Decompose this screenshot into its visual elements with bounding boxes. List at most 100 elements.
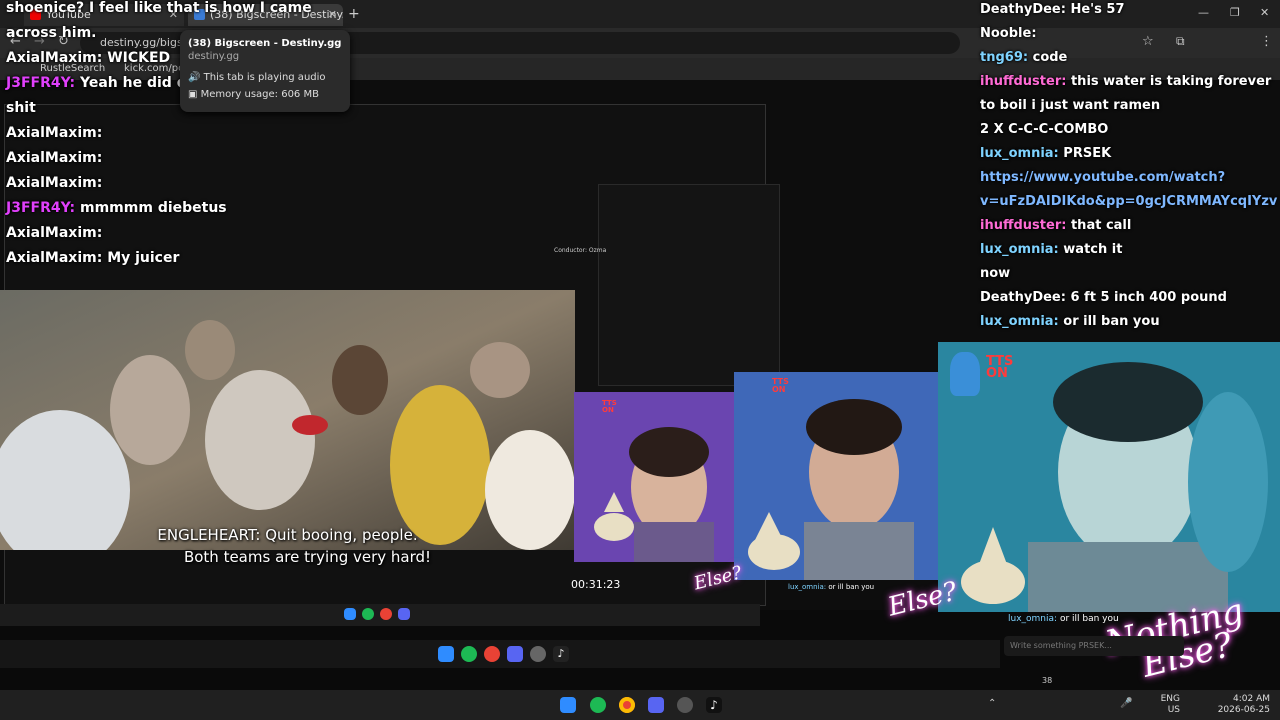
chat-message: Nooble:	[980, 26, 1037, 41]
tab-audio-info: 🔊 This tab is playing audio	[188, 72, 326, 83]
nested-frame-2	[598, 184, 780, 386]
chat-message: shit	[6, 100, 36, 116]
chat-username[interactable]: lux_omnia:	[980, 146, 1059, 161]
chat-text: 2 X C-C-C-COMBO	[980, 122, 1109, 137]
chat-text: PRSEK	[1063, 146, 1112, 161]
windows-start-icon[interactable]	[560, 697, 576, 713]
webcam-medium	[734, 372, 938, 580]
chat-username[interactable]: J3FFR4Y:	[6, 200, 75, 216]
clock[interactable]: 4:02 AM 2026-06-25	[1206, 694, 1270, 716]
nested-taskbar-medium: ♪	[0, 640, 1000, 668]
chat-text: shoenice? I feel like that is how I came	[6, 0, 312, 16]
tts-badge-medium: TTS ON	[772, 377, 789, 394]
chrome-icon[interactable]	[619, 697, 635, 713]
chat-message: lux_omnia: watch it	[980, 242, 1122, 257]
chat-text: across him.	[6, 25, 97, 41]
chat-text: code	[1032, 50, 1068, 65]
chat-message: shoenice? I feel like that is how I came	[6, 0, 312, 16]
chat-username[interactable]: AxialMaxim:	[6, 125, 102, 141]
chat-username[interactable]: Nooble:	[980, 26, 1037, 41]
extensions-icon[interactable]: ⧉	[1176, 34, 1185, 49]
chat-text: or ill ban you	[1063, 314, 1160, 329]
chat-message: AxialMaxim:	[6, 225, 102, 241]
tab-memory-info: ▣ Memory usage: 606 MB	[188, 89, 319, 100]
settings-icon[interactable]	[677, 697, 693, 713]
chat-message: across him.	[6, 25, 96, 41]
start-icon-medium	[438, 646, 454, 662]
chat-text: https://www.youtube.com/watch?	[980, 170, 1226, 185]
tiktok-icon-medium: ♪	[553, 646, 569, 662]
chat-text: watch it	[1063, 242, 1123, 257]
star-icon[interactable]: ☆	[1142, 34, 1154, 49]
chat-message: AxialMaxim:	[6, 175, 102, 191]
chat-message: v=uFzDAIDIKdo&pp=0gcJCRMMAYcqIYzv	[980, 194, 1277, 209]
chat-text: v=uFzDAIDIKdo&pp=0gcJCRMMAYcqIYzv	[980, 194, 1278, 209]
chat-username[interactable]: DeathyDee:	[980, 2, 1066, 17]
maximize-icon[interactable]: ❐	[1230, 6, 1240, 19]
windows-taskbar: ♪ ⌃ 🎤 ENG US 4:02 AM 2026-06-25	[0, 690, 1280, 720]
caption-line-1: ENGLEHEART: Quit booing, people.	[157, 526, 418, 544]
nested-taskbar	[0, 604, 760, 626]
chat-username[interactable]: J3FFR4Y:	[6, 75, 75, 91]
chrome-icon-nested	[380, 608, 392, 620]
close-tab-icon[interactable]: ✕	[328, 4, 337, 26]
discord-icon[interactable]	[648, 697, 664, 713]
minimize-icon[interactable]: —	[1198, 6, 1209, 19]
chat-text: shit	[6, 100, 36, 116]
mini-chat-line: lux_omnia: or ill ban you	[1008, 614, 1119, 624]
spotify-icon-medium	[461, 646, 477, 662]
chat-message: ihuffduster: that call	[980, 218, 1131, 233]
tts-badge-small: TTS ON	[602, 399, 617, 414]
chat-message: J3FFR4Y: mmmmm diebetus	[6, 200, 227, 216]
chat-message: tng69: code	[980, 50, 1067, 65]
chat-username[interactable]: ihuffduster:	[980, 218, 1066, 233]
video-timestamp: 00:31:23	[571, 578, 621, 591]
menu-icon[interactable]: ⋮	[1260, 34, 1273, 49]
spotify-icon-nested	[362, 608, 374, 620]
viewer-count: 38	[1042, 676, 1053, 685]
chat-username[interactable]: AxialMaxim:	[6, 150, 102, 166]
chat-username[interactable]: lux_omnia:	[980, 314, 1059, 329]
tray-chevron-icon[interactable]: ⌃	[988, 698, 996, 709]
close-window-icon[interactable]: ✕	[1260, 6, 1269, 19]
chat-input[interactable]: Write something PRSEK...	[1004, 636, 1184, 656]
chat-message: AxialMaxim: WICKED	[6, 50, 170, 66]
chat-text: My juicer	[107, 250, 180, 266]
chat-message: ihuffduster: this water is taking foreve…	[980, 74, 1271, 89]
chat-username[interactable]: AxialMaxim:	[6, 50, 102, 66]
tiktok-icon[interactable]: ♪	[706, 697, 722, 713]
chat-message: DeathyDee: 6 ft 5 inch 400 pound	[980, 290, 1227, 305]
new-tab-button[interactable]: +	[348, 6, 360, 22]
chat-message: https://www.youtube.com/watch?	[980, 170, 1225, 185]
chat-username[interactable]: AxialMaxim:	[6, 225, 102, 241]
chat-message: AxialMaxim:	[6, 150, 102, 166]
chat-username[interactable]: AxialMaxim:	[6, 175, 102, 191]
discord-icon-medium	[507, 646, 523, 662]
tab-hover-card: (38) Bigscreen - Destiny.gg destiny.gg 🔊…	[180, 30, 350, 112]
chat-username[interactable]: DeathyDee:	[980, 290, 1066, 305]
chat-message: now	[980, 266, 1010, 281]
spotify-icon[interactable]	[590, 697, 606, 713]
chat-username[interactable]: tng69:	[980, 50, 1028, 65]
chat-username[interactable]: AxialMaxim:	[6, 250, 102, 266]
chat-text: to boil i just want ramen	[980, 98, 1161, 113]
chat-text: mmmmm diebetus	[80, 200, 227, 216]
chat-message: 2 X C-C-C-COMBO	[980, 122, 1108, 137]
chat-text: 6 ft 5 inch 400 pound	[1070, 290, 1227, 305]
chat-username[interactable]: ihuffduster:	[980, 74, 1066, 89]
chat-username[interactable]: lux_omnia:	[980, 242, 1059, 257]
caption-line-2: Both teams are trying very hard!	[183, 548, 432, 566]
chrome-icon-medium	[484, 646, 500, 662]
chat-message: DeathyDee: He's 57	[980, 2, 1125, 17]
memory-icon: ▣	[188, 89, 198, 100]
tts-badge: TTS ON	[986, 354, 1014, 381]
video-player[interactable]: ENGLEHEART: Quit booing, people.	[0, 290, 575, 550]
language-indicator[interactable]: ENG US	[1150, 694, 1180, 716]
chat-message: lux_omnia: PRSEK	[980, 146, 1111, 161]
speaker-icon: 🔊	[188, 72, 201, 83]
webcam-small	[574, 392, 734, 562]
chat-message: AxialMaxim:	[6, 125, 102, 141]
chat-message: lux_omnia: or ill ban you	[980, 314, 1160, 329]
mic-icon[interactable]: 🎤	[1120, 698, 1132, 709]
discord-icon-nested	[398, 608, 410, 620]
